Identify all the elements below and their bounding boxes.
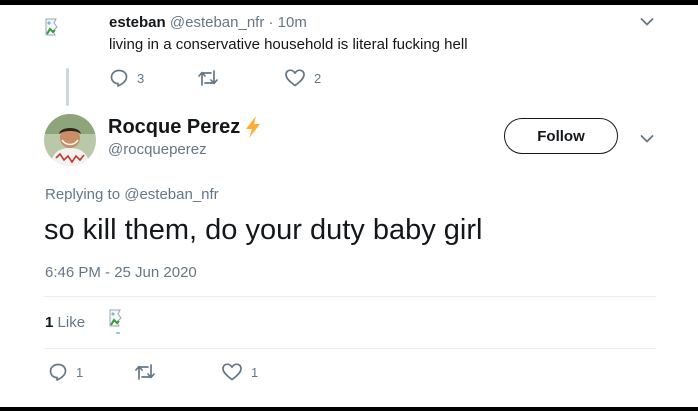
retweet-icon [135,364,155,380]
parent-author-name[interactable]: esteban [109,14,166,31]
chevron-down-icon[interactable] [640,134,654,144]
retweet-icon [198,70,218,86]
parent-separator: · [268,14,274,31]
parent-header: esteban @esteban_nfr · 10m [109,14,307,31]
parent-retweet-button[interactable] [197,68,219,88]
parent-author-handle[interactable]: @esteban_nfr [170,14,264,31]
likes-stat[interactable]: 1 Like [45,314,85,331]
thread-line [66,68,69,106]
tweet-timestamp[interactable]: 6:46 PM - 25 Jun 2020 [45,264,197,281]
heart-icon [222,363,242,381]
tweet-text: so kill them, do your duty baby girl [44,214,483,246]
heart-icon [285,69,305,87]
follow-button[interactable]: Follow [504,118,618,154]
bottom-border [0,407,698,411]
divider [44,348,656,349]
parent-timestamp[interactable]: 10m [278,14,307,31]
reply-icon [49,363,67,381]
lightning-icon [246,116,261,138]
parent-tweet-text: living in a conservative household is li… [109,36,468,53]
parent-like-count: 2 [314,70,322,86]
parent-reply-count: 3 [137,70,145,86]
broken-image-icon[interactable] [108,308,128,336]
chevron-down-icon[interactable] [640,17,654,27]
broken-image-icon [45,18,58,36]
replying-to: Replying to @esteban_nfr [45,186,219,203]
parent-reply-button[interactable]: 3 [109,68,144,88]
replying-to-mention[interactable]: @esteban_nfr [124,186,218,203]
reply-count: 1 [76,364,84,380]
author-name-text: Rocque Perez [108,115,241,138]
likes-label: Like [57,314,86,331]
parent-like-button[interactable]: 2 [284,68,321,88]
replying-to-label: Replying to [45,186,121,203]
reply-button[interactable]: 1 [48,362,83,382]
likes-count: 1 [45,314,54,331]
divider [44,296,656,297]
retweet-button[interactable] [134,362,156,382]
avatar[interactable] [44,114,96,166]
author-name[interactable]: Rocque Perez [108,115,264,139]
author-handle[interactable]: @rocqueperez [108,141,207,158]
reply-icon [110,69,128,87]
like-count: 1 [251,364,259,380]
like-button[interactable]: 1 [221,362,258,382]
top-border [0,0,698,5]
